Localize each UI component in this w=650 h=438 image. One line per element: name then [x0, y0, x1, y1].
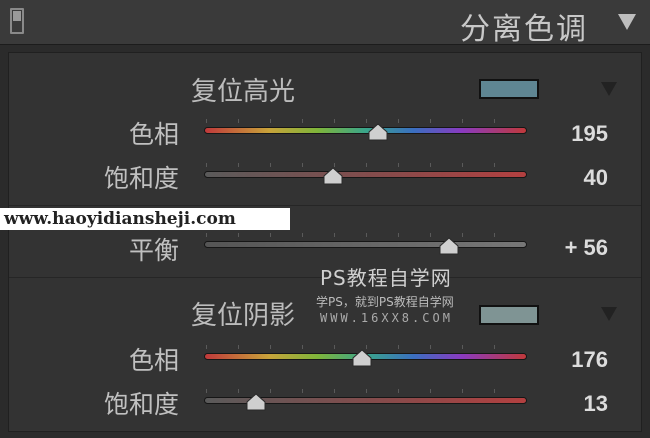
panel-title: 分离色调 — [460, 12, 588, 47]
shadow-saturation-value[interactable]: 13 — [584, 391, 608, 417]
highlight-saturation-thumb[interactable] — [323, 167, 343, 185]
toggle-knob — [13, 11, 21, 21]
highlight-hue-label: 色相 — [128, 120, 179, 149]
reset-highlights-label[interactable]: 复位高光 — [191, 71, 295, 108]
split-toning-body: 复位高光 色相 195 饱和度 40 平衡 + 56 复位阴影 色相 176 饱… — [8, 52, 642, 432]
balance-label: 平衡 — [128, 236, 179, 265]
highlight-picker-triangle-icon[interactable] — [601, 82, 617, 96]
shadow-color-swatch[interactable] — [479, 305, 539, 325]
highlight-hue-value[interactable]: 195 — [571, 121, 608, 147]
watermark-brand: PS教程自学网 — [320, 266, 452, 290]
highlight-hue-slider[interactable] — [204, 127, 527, 134]
shadow-hue-thumb[interactable] — [352, 349, 372, 367]
watermark-site: WWW.16XX8.COM — [320, 311, 453, 325]
balance-slider[interactable] — [204, 241, 527, 248]
collapse-triangle-icon[interactable] — [618, 14, 636, 30]
highlight-saturation-ticks — [206, 163, 525, 167]
balance-thumb[interactable] — [439, 237, 459, 255]
reset-shadows-label[interactable]: 复位阴影 — [191, 295, 295, 332]
watermark-url: www.haoyidiansheji.com — [0, 208, 290, 230]
highlight-color-swatch[interactable] — [479, 79, 539, 99]
divider — [9, 205, 641, 206]
balance-ticks — [206, 233, 525, 237]
panel-header[interactable]: 分离色调 — [0, 0, 650, 47]
watermark-tagline: 学PS，就到PS教程自学网 — [316, 295, 454, 309]
shadow-hue-label: 色相 — [128, 346, 179, 375]
shadow-saturation-thumb[interactable] — [246, 393, 266, 411]
highlight-saturation-label: 饱和度 — [103, 164, 179, 193]
balance-value[interactable]: + 56 — [565, 235, 608, 261]
shadow-saturation-label: 饱和度 — [103, 390, 179, 419]
shadow-hue-value[interactable]: 176 — [571, 347, 608, 373]
highlight-saturation-value[interactable]: 40 — [584, 165, 608, 191]
shadow-picker-triangle-icon[interactable] — [601, 307, 617, 321]
highlight-hue-thumb[interactable] — [368, 123, 388, 141]
panel-toggle-switch[interactable] — [10, 8, 24, 34]
highlight-saturation-slider[interactable] — [204, 171, 527, 178]
highlight-hue-ticks — [206, 119, 525, 123]
